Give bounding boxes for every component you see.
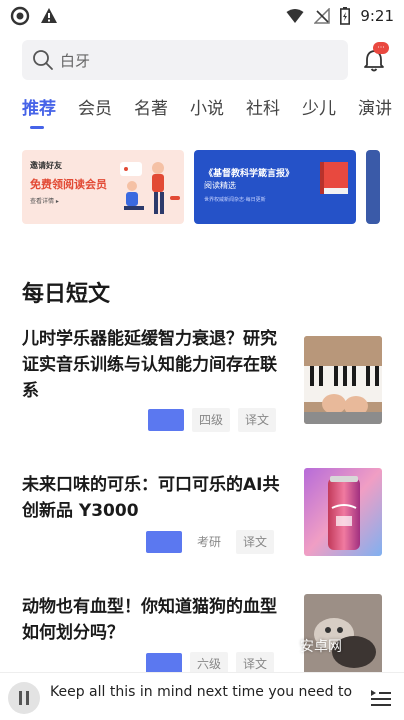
- list-item[interactable]: 儿时学乐器能延缓智力衰退？研究证实音乐训练与认知能力间存在联系 四级 译文: [0, 326, 404, 436]
- banner-partial[interactable]: [366, 150, 380, 224]
- tab-kids[interactable]: 少儿: [302, 96, 336, 130]
- search-input[interactable]: 白牙: [22, 40, 348, 80]
- tab-social-science[interactable]: 社科: [246, 96, 280, 130]
- article-translate-tag[interactable]: 译文: [236, 530, 275, 554]
- tab-recommend[interactable]: 推荐: [22, 96, 56, 130]
- cola-can-image-icon: [304, 468, 382, 556]
- battery-icon: [340, 7, 351, 25]
- article-tag-block: [146, 531, 182, 553]
- app-circle-icon: [10, 6, 30, 26]
- piano-image-icon: [304, 336, 382, 424]
- banner-illustration-icon: [120, 162, 180, 214]
- article-tags: 四级 译文: [148, 408, 277, 432]
- banner-csm-title: 《基督教科学箴言报》: [204, 169, 295, 179]
- status-time: 9:21: [360, 7, 394, 25]
- no-signal-icon: [314, 8, 331, 24]
- banner-invite-tag: 邀请好友: [30, 161, 62, 170]
- banner-invite-sub: 查看详情 ▸: [30, 198, 59, 205]
- article-title[interactable]: 动物也有血型！你知道猫狗的血型如何划分吗？: [22, 594, 284, 646]
- notification-badge: ···: [373, 42, 389, 54]
- list-item[interactable]: 未来口味的可乐：可口可乐的AI共创新品 Y3000 考研 译文: [0, 468, 404, 562]
- player-now-playing: Keep all this in mind next time you need…: [50, 684, 356, 700]
- wifi-icon: [286, 8, 304, 24]
- book-icon: [320, 162, 348, 194]
- tab-speech[interactable]: 演讲: [358, 96, 392, 130]
- article-thumbnail[interactable]: [304, 468, 382, 556]
- article-thumbnail[interactable]: [304, 336, 382, 424]
- category-tabs: 推荐 会员 名著 小说 社科 少儿 演讲: [22, 96, 404, 130]
- pause-button[interactable]: [8, 682, 40, 714]
- banner-csm-tiny: 世界权威新闻杂志·每日更新: [204, 197, 266, 203]
- tab-member[interactable]: 会员: [78, 96, 112, 130]
- tab-novel[interactable]: 小说: [190, 96, 224, 130]
- banner-invite-title: 免费领阅读会员: [30, 178, 107, 191]
- search-placeholder: 白牙: [60, 51, 91, 70]
- article-tags: 考研 译文: [146, 530, 275, 554]
- banner-csm-sub: 阅读精选: [204, 181, 236, 190]
- tab-classics[interactable]: 名著: [134, 96, 168, 130]
- list-item[interactable]: 动物也有血型！你知道猫狗的血型如何划分吗？ 六级 译文: [0, 594, 404, 682]
- article-level-tag: 考研: [190, 530, 229, 554]
- status-bar: 9:21: [0, 0, 404, 32]
- banner-invite[interactable]: 邀请好友 免费领阅读会员 查看详情 ▸: [22, 150, 184, 224]
- article-level-tag: 四级: [192, 408, 231, 432]
- search-icon: [32, 49, 54, 71]
- watermark: 安卓网: [300, 639, 342, 655]
- playlist-icon[interactable]: [370, 688, 392, 708]
- warning-icon: [40, 7, 58, 25]
- banner-carousel: 邀请好友 免费领阅读会员 查看详情 ▸ 《基督教科学箴言报》 阅读精选 世界权威…: [22, 150, 404, 226]
- article-translate-tag[interactable]: 译文: [238, 408, 277, 432]
- article-title[interactable]: 儿时学乐器能延缓智力衰退？研究证实音乐训练与认知能力间存在联系: [22, 326, 284, 404]
- article-title[interactable]: 未来口味的可乐：可口可乐的AI共创新品 Y3000: [22, 472, 284, 524]
- article-tag-block: [148, 409, 184, 431]
- pause-icon: [19, 691, 29, 705]
- section-title: 每日短文: [22, 282, 111, 307]
- banner-csm[interactable]: 《基督教科学箴言报》 阅读精选 世界权威新闻杂志·每日更新: [194, 150, 356, 224]
